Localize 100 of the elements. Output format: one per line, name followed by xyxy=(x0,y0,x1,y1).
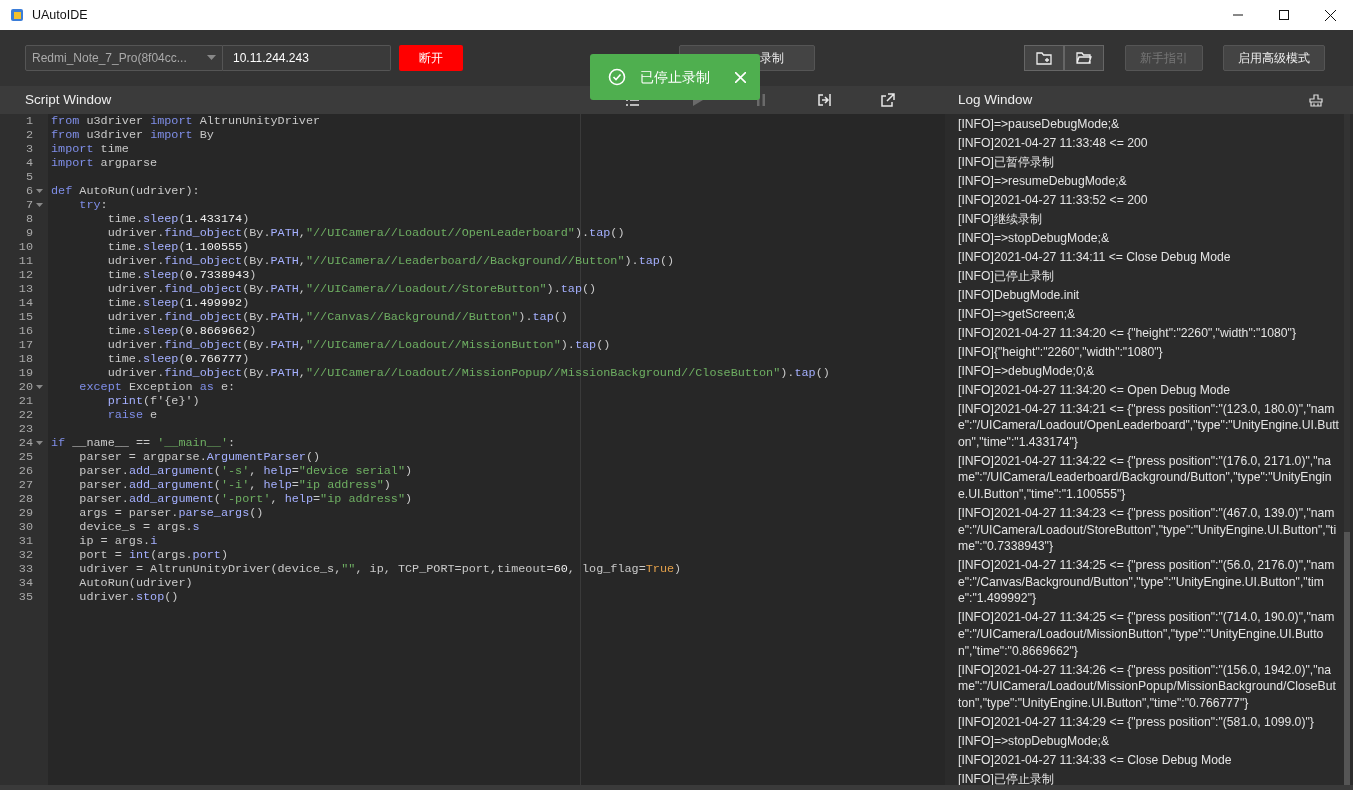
code-line: import time xyxy=(51,142,129,156)
line-number: 21 xyxy=(18,394,34,408)
code-line: time.sleep(1.433174) xyxy=(106,212,250,226)
code-line: parser = argparse.ArgumentParser() xyxy=(78,450,321,464)
code-line: try: xyxy=(78,198,108,212)
line-number: 31 xyxy=(18,534,34,548)
line-number: 3 xyxy=(25,142,34,156)
log-entry: [INFO]2021-04-27 11:34:20 <= {"height":"2260","width":"1080"} xyxy=(958,324,1297,342)
line-number: 25 xyxy=(18,450,34,464)
line-number: 8 xyxy=(25,212,34,226)
log-entry: [INFO]2021-04-27 11:34:26 <= {"press position":"(156.0, 1942.0)","name":"/UICamera/Loadout/MissionPopup/MissionBackground/CloseButton","type":"UnityEngine.UI.Button","time":"0.766777"} xyxy=(958,661,1337,712)
panel-title: Script Window xyxy=(25,90,112,109)
code-line: import argparse xyxy=(51,156,158,170)
code-line: args = parser.parse_args() xyxy=(78,506,264,520)
code-line: udriver = AltrunUnityDriver(device_s,"", ip, TCP_PORT=port,timeout=60, log_flag=True) xyxy=(78,562,682,576)
line-number: 18 xyxy=(18,352,34,366)
code-line: parser.add_argument('-i', help="ip address") xyxy=(78,478,391,492)
code-line: from u3driver import By xyxy=(51,128,214,142)
log-entry: [INFO]2021-04-27 11:34:25 <= {"press position":"(56.0, 2176.0)","name":"/Canvas/Background/Button","type":"UnityEngine.UI.Button","time":"1.499992"} xyxy=(958,557,1336,608)
line-number: 15 xyxy=(18,310,34,324)
open-folder-button[interactable] xyxy=(1064,45,1104,71)
line-number: 9 xyxy=(25,226,34,240)
log-entry: [INFO]=>debugMode;0;& xyxy=(958,362,1096,380)
line-number: 1 xyxy=(25,114,34,128)
check-icon xyxy=(608,68,626,86)
log-entry: [INFO]2021-04-27 11:34:29 <= {"press position":"(581.0, 1099.0)"} xyxy=(958,713,1315,731)
line-number: 11 xyxy=(18,254,34,268)
fold-icon[interactable] xyxy=(36,202,43,208)
folder-icon xyxy=(1076,51,1092,65)
ip-field[interactable]: 10.11.244.243 xyxy=(223,45,391,71)
line-number: 6 xyxy=(25,184,34,198)
line-number: 4 xyxy=(25,156,34,170)
line-number: 16 xyxy=(18,324,34,338)
log-entry: [INFO]=>stopDebugMode;& xyxy=(958,230,1111,247)
log-entry: [INFO]2021-04-27 11:34:21 <= {"press position":"(123.0, 180.0)","name":"/UICamera/Loadout/OpenLeaderboard","type":"UnityEngine.UI.Button","time":"1.433174"} xyxy=(958,400,1339,451)
line-number: 34 xyxy=(18,576,34,590)
line-number: 14 xyxy=(18,296,34,310)
line-number: 17 xyxy=(18,338,34,352)
log-entry: [INFO]{"height":"2260","width":"1080"} xyxy=(958,343,1164,361)
code-line: port = int(args.port) xyxy=(78,548,229,562)
scrollbar[interactable] xyxy=(1344,114,1350,785)
log-entry: [INFO]2021-04-27 11:34:33 <= Close Debug Mode xyxy=(958,751,1233,769)
line-number: 19 xyxy=(18,366,34,380)
log-entry: [INFO]2021-04-27 11:34:22 <= {"press position":"(176.0, 2171.0)","name":"/UICamera/Leaderboard/Background/Button","type":"UnityEngine.UI.Button","time":"1.100555"} xyxy=(958,452,1333,504)
log-entry: [INFO]继续录制 xyxy=(958,211,1043,229)
fold-icon[interactable] xyxy=(36,384,43,390)
code-line: time.sleep(1.100555) xyxy=(106,240,250,254)
line-number: 30 xyxy=(18,520,34,534)
new-folder-button[interactable] xyxy=(1024,45,1064,71)
line-number: 13 xyxy=(18,282,34,296)
code-line: ip = args.i xyxy=(78,534,158,548)
line-number: 26 xyxy=(18,464,34,478)
code-line: raise e xyxy=(106,408,158,422)
line-number: 5 xyxy=(25,170,34,184)
export-icon[interactable] xyxy=(817,93,831,107)
line-number: 7 xyxy=(25,198,34,212)
code-line: udriver.find_object(By.PATH,"//UICamera//Leaderboard//Background//Button").tap() xyxy=(106,254,675,268)
log-entry: [INFO]2021-04-27 11:33:48 <= 200 xyxy=(958,135,1149,153)
code-line: time.sleep(0.8669662) xyxy=(106,324,257,338)
fold-icon[interactable] xyxy=(36,440,43,446)
log-entry: [INFO]已停止录制 xyxy=(958,770,1055,785)
log-entry: [INFO]=>getScreen;& xyxy=(958,305,1077,323)
log-entry: [INFO]2021-04-27 11:34:23 <= {"press position":"(467.0, 139.0)","name":"/UICamera/Loadout/StoreButton","type":"UnityEngine.UI.Button","time":"0.7338943"} xyxy=(958,505,1338,556)
log-entry: [INFO]=>resumeDebugMode;& xyxy=(958,173,1128,191)
log-entry: [INFO]DebugMode.init xyxy=(958,286,1081,304)
log-entry: [INFO]2021-04-27 11:34:20 <= Open Debug Mode xyxy=(958,381,1232,399)
code-line: udriver.find_object(By.PATH,"//UICamera//Loadout//MissionPopup//MissionBackground//CloseButton").tap() xyxy=(106,366,830,380)
clear-icon[interactable] xyxy=(1309,93,1323,107)
line-number: 24 xyxy=(18,436,34,450)
panel-title: Log Window xyxy=(958,90,1033,109)
code-line: time.sleep(1.499992) xyxy=(106,296,250,310)
log-entry: [INFO]=>pauseDebugMode;& xyxy=(958,116,1121,134)
code-line: AutoRun(udriver) xyxy=(78,576,193,590)
fold-icon[interactable] xyxy=(36,188,43,194)
caret-icon xyxy=(207,55,216,61)
app-icon xyxy=(10,8,24,22)
close-icon[interactable] xyxy=(1324,9,1336,21)
log-entry: [INFO]已停止录制 xyxy=(958,267,1055,285)
code-line: time.sleep(0.766777) xyxy=(106,352,250,366)
code-line: udriver.stop() xyxy=(78,590,179,604)
code-line: print(f'{e}') xyxy=(106,394,200,408)
code-line: def AutoRun(udriver): xyxy=(51,184,200,198)
maximize-icon[interactable] xyxy=(1279,10,1289,20)
toast-message: 已停止录制 xyxy=(640,67,710,87)
code-line: udriver.find_object(By.PATH,"//UICamera//Loadout//MissionButton").tap() xyxy=(106,338,611,352)
popout-icon[interactable] xyxy=(881,93,895,107)
disconnect-button[interactable]: 断开 xyxy=(399,45,463,71)
device-select[interactable]: Redmi_Note_7_Pro(8f04cc... xyxy=(25,45,223,71)
code-line: parser.add_argument('-s', help="device serial") xyxy=(78,464,413,478)
code-line: udriver.find_object(By.PATH,"//UICamera//Loadout//OpenLeaderboard").tap() xyxy=(106,226,625,240)
log-entry: [INFO]2021-04-27 11:34:25 <= {"press position":"(714.0, 190.0)","name":"/UICamera/Loadout/MissionButton","type":"UnityEngine.UI.Button","time":"0.8669662"} xyxy=(958,609,1336,660)
line-number: 29 xyxy=(18,506,34,520)
advanced-mode-button[interactable]: 启用高级模式 xyxy=(1223,45,1325,71)
code-line: parser.add_argument('-port', help="ip address") xyxy=(78,492,413,506)
line-number: 27 xyxy=(18,478,34,492)
log-entry: [INFO]已暂停录制 xyxy=(958,154,1055,172)
line-number: 10 xyxy=(18,240,34,254)
code-line: udriver.find_object(By.PATH,"//Canvas//Background//Button").tap() xyxy=(106,310,568,324)
code-line: time.sleep(0.7338943) xyxy=(106,268,257,282)
window-title: UAutoIDE xyxy=(32,6,88,24)
